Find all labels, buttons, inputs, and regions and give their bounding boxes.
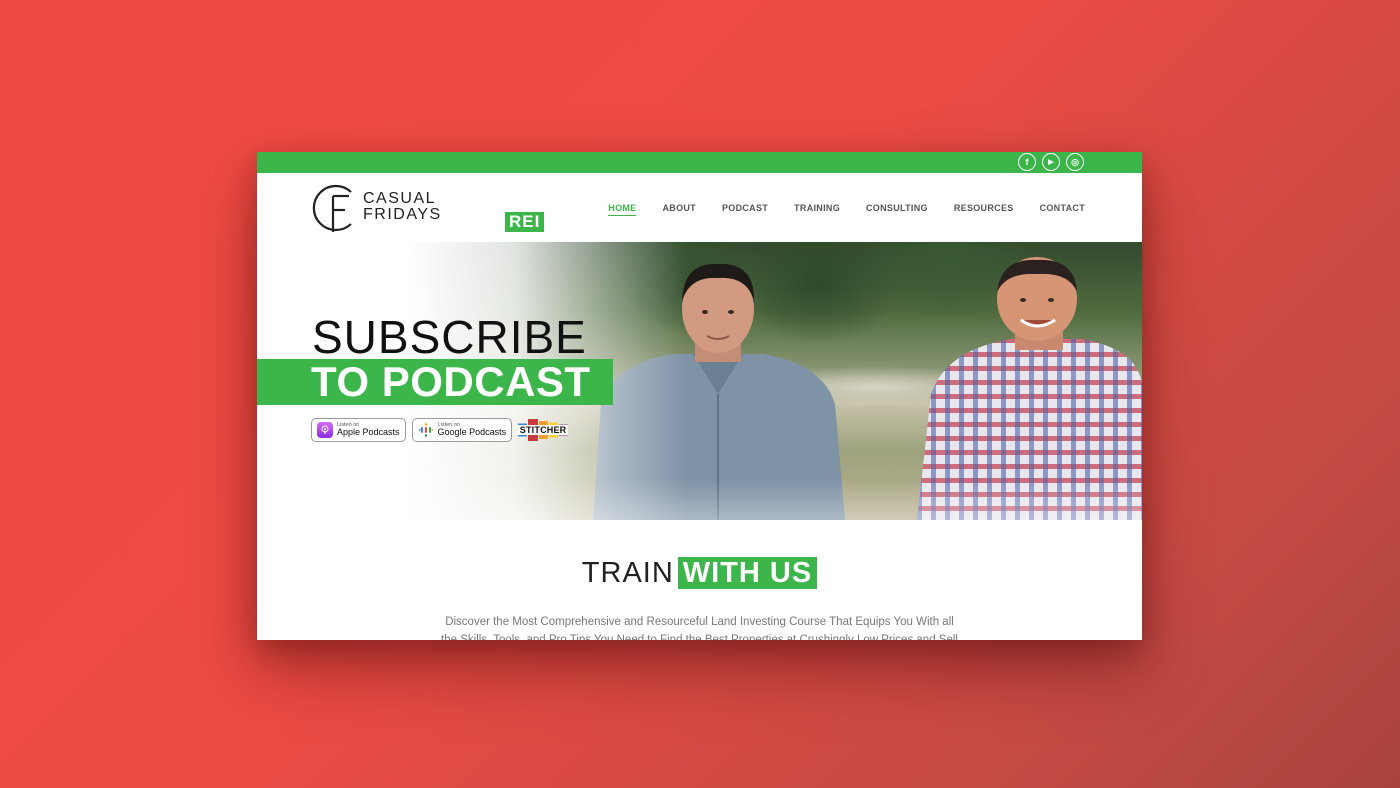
apple-badge-big: Apple Podcasts <box>337 427 400 438</box>
main-nav: HOME ABOUT PODCAST TRAINING CONSULTING R… <box>608 203 1085 216</box>
nav-resources[interactable]: RESOURCES <box>954 203 1014 216</box>
train-heading-bold: WITH US <box>677 557 818 589</box>
logo-rei-badge: REI <box>505 212 545 232</box>
apple-podcasts-badge[interactable]: Listen on Apple Podcasts <box>311 418 406 442</box>
google-podcasts-icon <box>418 422 434 438</box>
facebook-icon[interactable]: f <box>1018 153 1036 171</box>
hero-headline-line-1: SUBSCRIBE <box>312 311 587 363</box>
stitcher-badge[interactable]: STITCHER <box>518 419 569 441</box>
hero-headline-line-2: TO PODCAST <box>257 359 613 405</box>
train-heading-light: TRAIN <box>581 557 674 589</box>
nav-training[interactable]: TRAINING <box>794 203 840 216</box>
logo-line-2: FRIDAYS <box>363 206 442 223</box>
site-header: CASUAL FRIDAYS REI HOME ABOUT PODCAST TR… <box>257 173 1142 242</box>
nav-contact[interactable]: CONTACT <box>1040 203 1085 216</box>
train-heading: TRAIN WITH US <box>257 557 1142 590</box>
nav-home[interactable]: HOME <box>608 203 637 216</box>
youtube-icon[interactable]: ▶ <box>1042 153 1060 171</box>
nav-about[interactable]: ABOUT <box>662 203 696 216</box>
site-logo[interactable]: CASUAL FRIDAYS REI <box>311 182 545 234</box>
logo-wordmark: CASUAL FRIDAYS <box>363 191 442 223</box>
instagram-icon[interactable]: ◎ <box>1066 153 1084 171</box>
apple-podcasts-icon <box>317 422 333 438</box>
train-description: Discover the Most Comprehensive and Reso… <box>441 616 958 640</box>
stitcher-label: STITCHER <box>518 425 569 435</box>
logo-line-1: CASUAL <box>363 190 437 207</box>
hero-banner: SUBSCRIBE TO PODCAST Listen on Apple Pod… <box>257 242 1142 520</box>
apple-badge-text: Listen on Apple Podcasts <box>337 422 400 438</box>
podcast-badges: Listen on Apple Podcasts Listen on Googl… <box>311 418 569 442</box>
social-links: f ▶ ◎ <box>1018 153 1084 171</box>
train-section: TRAIN WITH US Discover the Most Comprehen… <box>257 520 1142 640</box>
nav-podcast[interactable]: PODCAST <box>722 203 768 216</box>
google-badge-big: Google Podcasts <box>437 427 507 438</box>
cf-logo-icon <box>312 184 352 232</box>
browser-frame: f ▶ ◎ CASUAL FRIDAYS REI HOME ABOUT PODC… <box>257 152 1142 640</box>
top-bar: f ▶ ◎ <box>257 152 1142 173</box>
google-podcasts-badge[interactable]: Listen on Google Podcasts <box>411 418 513 442</box>
google-badge-text: Listen on Google Podcasts <box>437 422 507 438</box>
hero-fade-bottom <box>257 480 1142 520</box>
nav-consulting[interactable]: CONSULTING <box>866 203 928 216</box>
